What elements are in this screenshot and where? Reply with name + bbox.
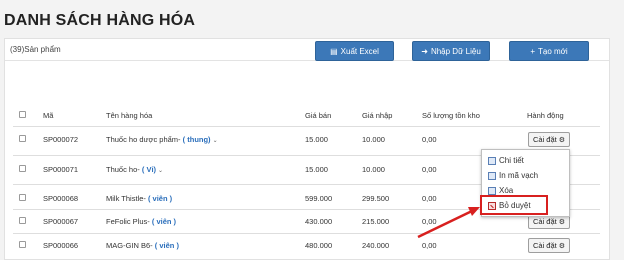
row-name[interactable]: Thuốc ho dược phẩm- ( thung) ⌄ xyxy=(106,135,218,144)
row-code: SP000071 xyxy=(43,165,79,174)
settings-button[interactable]: Cài đặt ⚙ xyxy=(528,132,570,147)
create-new-button[interactable]: + Tạo mới xyxy=(509,41,589,61)
row-cost: 10.000 xyxy=(362,135,385,144)
col-price: Giá bán xyxy=(305,111,332,120)
product-unit: ( viên ) xyxy=(154,241,179,250)
row-code: SP000067 xyxy=(43,217,79,226)
row-cost: 10.000 xyxy=(362,165,385,174)
settings-label: Cài đặt xyxy=(532,241,557,250)
row-price: 599.000 xyxy=(305,194,333,203)
menu-item-print-barcode[interactable]: In mã vạch xyxy=(488,171,538,180)
product-name: Thuốc ho- xyxy=(106,165,140,174)
row-stock: 0,00 xyxy=(422,135,437,144)
col-action: Hành động xyxy=(527,111,564,120)
row-code: SP000072 xyxy=(43,135,79,144)
row-price: 15.000 xyxy=(305,165,328,174)
row-code: SP000066 xyxy=(43,241,79,250)
product-unit: ( Vỉ) xyxy=(141,165,157,174)
settings-label: Cài đặt xyxy=(532,217,557,226)
upload-icon: ➜ xyxy=(421,46,428,56)
highlight-box xyxy=(480,195,548,215)
export-excel-label: Xuất Excel xyxy=(340,46,379,56)
import-data-button[interactable]: ➜ Nhập Dữ Liệu xyxy=(412,41,490,61)
row-cost: 215.000 xyxy=(362,217,390,226)
row-checkbox[interactable] xyxy=(19,135,26,142)
menu-item-label: Xóa xyxy=(499,186,514,195)
row-price: 430.000 xyxy=(305,217,333,226)
settings-button[interactable]: Cài đặt ⚙ xyxy=(528,238,570,253)
edit-icon xyxy=(488,156,496,165)
row-name[interactable]: Milk Thistle- ( viên ) xyxy=(106,194,172,203)
col-stock: Số lượng tồn kho xyxy=(422,111,480,120)
chevron-down-icon[interactable]: ⌄ xyxy=(158,168,163,174)
product-unit: ( thung) xyxy=(182,135,211,144)
barcode-icon xyxy=(488,171,496,180)
file-icon: ▤ xyxy=(330,46,338,56)
product-name: MAG-GIN B6- xyxy=(106,241,153,250)
menu-item-label: In mã vạch xyxy=(499,171,539,180)
export-excel-button[interactable]: ▤ Xuất Excel xyxy=(315,41,394,61)
row-price: 15.000 xyxy=(305,135,328,144)
row-name[interactable]: FeFolic Plus- ( viên ) xyxy=(106,217,176,226)
menu-item-delete[interactable]: Xóa xyxy=(488,186,513,195)
plus-icon: + xyxy=(530,46,535,56)
product-name: Thuốc ho dược phẩm- xyxy=(106,135,181,144)
trash-icon xyxy=(488,186,496,195)
page-title: DANH SÁCH HÀNG HÓA xyxy=(4,12,196,29)
row-stock: 0,00 xyxy=(422,217,437,226)
row-price: 480.000 xyxy=(305,241,333,250)
product-unit: ( viên ) xyxy=(147,194,173,203)
row-cost: 240.000 xyxy=(362,241,390,250)
create-new-label: Tạo mới xyxy=(537,46,568,56)
row-stock: 0,00 xyxy=(422,194,437,203)
row-name[interactable]: MAG-GIN B6- ( viên ) xyxy=(106,241,179,250)
col-code: Mã xyxy=(43,111,54,120)
row-checkbox[interactable] xyxy=(19,217,26,224)
row-stock: 0,00 xyxy=(422,241,437,250)
gear-icon: ⚙ xyxy=(558,136,566,144)
row-name[interactable]: Thuốc ho- ( Vỉ) ⌄ xyxy=(106,165,163,174)
row-checkbox[interactable] xyxy=(19,194,26,201)
row-cost: 299.500 xyxy=(362,194,390,203)
chevron-down-icon[interactable]: ⌄ xyxy=(213,138,218,144)
settings-label: Cài đặt xyxy=(532,135,557,144)
product-name: Milk Thistle- xyxy=(106,194,146,203)
gear-icon: ⚙ xyxy=(558,242,566,250)
row-checkbox[interactable] xyxy=(19,165,26,172)
product-name: FeFolic Plus- xyxy=(106,217,150,226)
product-unit: ( viên ) xyxy=(151,217,177,226)
select-all-checkbox[interactable] xyxy=(19,111,26,118)
gear-icon: ⚙ xyxy=(558,218,566,226)
row-checkbox[interactable] xyxy=(19,241,26,248)
row-stock: 0,00 xyxy=(422,165,437,174)
col-cost: Giá nhập xyxy=(362,111,393,120)
import-data-label: Nhập Dữ Liệu xyxy=(430,46,481,56)
col-name: Tên hàng hóa xyxy=(106,111,153,120)
divider xyxy=(13,233,600,234)
menu-item-label: Chi tiết xyxy=(499,156,524,165)
menu-item-details[interactable]: Chi tiết xyxy=(488,156,524,165)
divider xyxy=(13,126,600,127)
row-code: SP000068 xyxy=(43,194,79,203)
